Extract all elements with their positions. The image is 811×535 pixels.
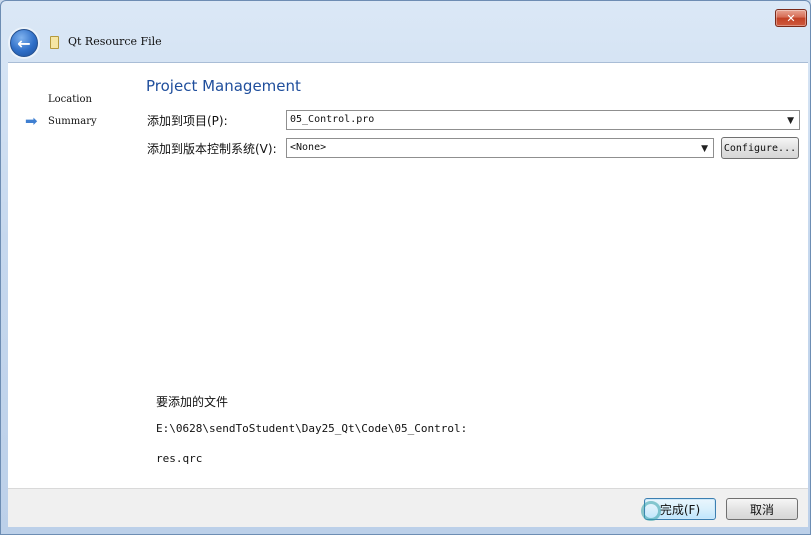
- page-title: Project Management: [146, 77, 301, 95]
- chevron-down-icon: ▼: [787, 116, 794, 126]
- vcs-select-value: <None>: [290, 142, 327, 153]
- files-path: E:\0628\sendToStudent\Day25_Qt\Code\05_C…: [156, 422, 468, 435]
- chevron-down-icon: ▼: [701, 144, 708, 154]
- project-select[interactable]: 05_Control.pro ▼: [286, 110, 800, 130]
- close-button[interactable]: ✕: [775, 9, 807, 27]
- arrow-right-icon: ➡: [25, 112, 38, 130]
- files-heading: 要添加的文件: [156, 395, 229, 409]
- dialog-title: Qt Resource File: [68, 35, 162, 48]
- nav-item-summary[interactable]: Summary: [48, 116, 97, 127]
- add-to-project-label: 添加到项目(P):: [147, 114, 228, 128]
- project-select-value: 05_Control.pro: [290, 114, 375, 125]
- nav-item-location[interactable]: Location: [48, 94, 92, 105]
- wizard-content: Location ➡ Summary Project Management 添加…: [8, 62, 808, 488]
- finish-button[interactable]: 完成(F): [644, 498, 716, 520]
- back-arrow-icon: ←: [17, 33, 31, 53]
- back-button[interactable]: ←: [10, 29, 38, 57]
- file-list-item: res.qrc: [156, 452, 203, 465]
- vcs-select[interactable]: <None> ▼: [286, 138, 714, 158]
- button-bar: 完成(F) 取消: [8, 488, 808, 527]
- add-to-vcs-label: 添加到版本控制系统(V):: [147, 142, 277, 156]
- configure-button[interactable]: Configure...: [721, 137, 799, 159]
- cancel-button[interactable]: 取消: [726, 498, 798, 520]
- file-icon: [50, 36, 59, 49]
- close-icon: ✕: [786, 11, 796, 25]
